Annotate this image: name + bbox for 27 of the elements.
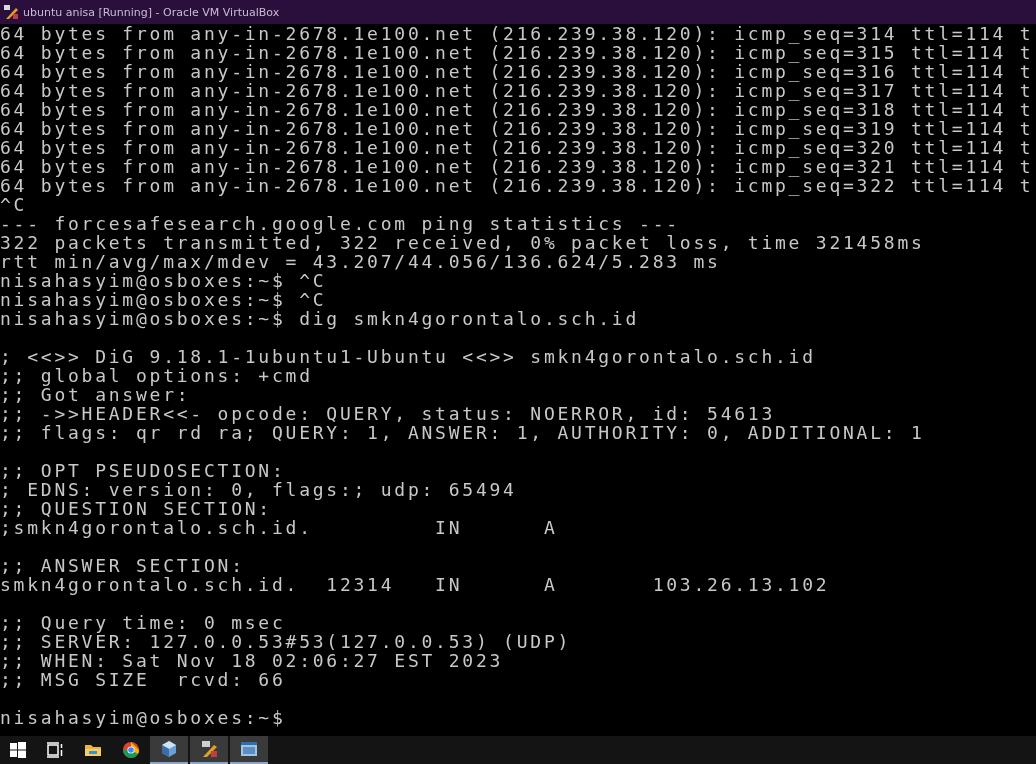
window-icon — [239, 739, 259, 759]
taskbar-button[interactable] — [190, 736, 228, 764]
terminal-line: ;; WHEN: Sat Nov 18 02:06:27 EST 2023 — [0, 650, 504, 671]
terminal-line: smkn4gorontalo.sch.id. 12314 IN A 103.26.13.102 — [0, 574, 830, 595]
terminal-line: ^C — [0, 194, 28, 215]
vm-icon — [199, 739, 219, 759]
terminal-line: ;; global options: +cmd — [0, 365, 313, 386]
terminal-line: ;; ANSWER SECTION: — [0, 555, 245, 576]
terminal-line: --- forcesafesearch.google.com ping statistics --- — [0, 213, 680, 234]
taskbar-button[interactable] — [150, 736, 188, 764]
terminal-line: ; <<>> DiG 9.18.1-1ubuntu1-Ubuntu <<>> smkn4gorontalo.sch.id — [0, 346, 816, 367]
terminal-line: ;smkn4gorontalo.sch.id. IN A — [0, 517, 558, 538]
terminal-line: ;; ->>HEADER<<- opcode: QUERY, status: NOERROR, id: 54613 — [0, 403, 776, 424]
app-icon — [3, 4, 19, 20]
window-title: ubuntu anisa [Running] - Oracle VM VirtualBox — [23, 5, 280, 19]
task-view-icon — [45, 740, 65, 760]
start-icon — [8, 740, 28, 760]
taskbar-button[interactable] — [230, 736, 268, 764]
terminal-line: nisahasyim@osboxes:~$ — [0, 707, 286, 728]
terminal-line: ;; OPT PSEUDOSECTION: — [0, 460, 286, 481]
cube-icon — [159, 739, 179, 759]
terminal-line: ; EDNS: version: 0, flags:; udp: 65494 — [0, 479, 517, 500]
browser-icon — [121, 740, 141, 760]
terminal-line: ;; QUESTION SECTION: — [0, 498, 272, 519]
terminal-line: ;; Query time: 0 msec — [0, 612, 286, 633]
terminal-line: 64 bytes from any-in-2678.1e100.net (216.239.38.120): icmp_seq=314 ttl=114 t — [0, 24, 1034, 44]
terminal-line: ;; MSG SIZE rcvd: 66 — [0, 669, 286, 690]
